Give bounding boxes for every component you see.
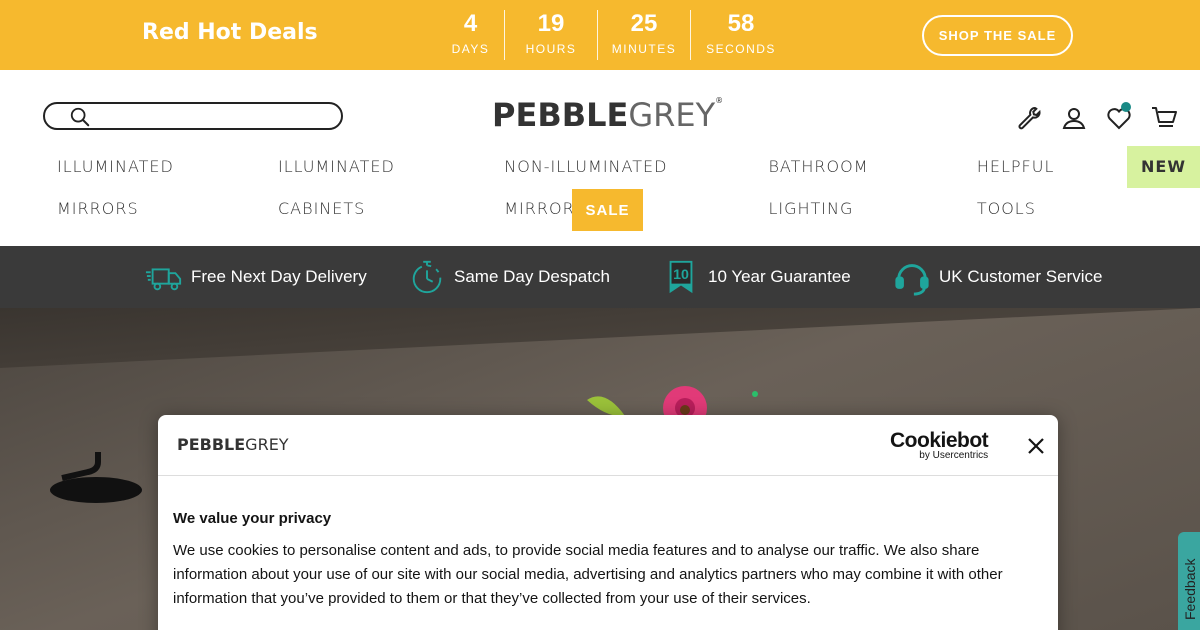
shop-the-sale-button[interactable]: SHOP THE SALE — [922, 15, 1073, 56]
cookie-logo-part1: PEBBLE — [177, 435, 246, 454]
logo-part2: GREY — [628, 96, 716, 134]
site-header: PEBBLEGREY® ILLUMINATED MIRRORS ILLUMINA… — [0, 70, 1200, 246]
countdown-seconds: 58 SECONDS — [691, 10, 791, 60]
usp-label: Free Next Day Delivery — [191, 267, 367, 286]
nav-new[interactable]: NEW — [1127, 146, 1200, 188]
usp-label: 10 Year Guarantee — [708, 267, 851, 286]
guarantee-badge-number: 10 — [673, 267, 689, 283]
cookiebot-logo[interactable]: Cookiebot by Usercentrics — [890, 429, 989, 461]
search-icon[interactable] — [69, 106, 91, 128]
promo-bar: Red Hot Deals 4 DAYS 19 HOURS 25 MINUTES… — [0, 0, 1200, 70]
nav-illuminated-mirrors[interactable]: ILLUMINATED MIRRORS — [42, 146, 263, 218]
header-actions — [1015, 102, 1178, 132]
nav-bathroom-lighting[interactable]: BATHROOM LIGHTING — [753, 146, 961, 218]
cookie-dialog-logo: PEBBLEGREY — [177, 435, 289, 454]
cookie-dialog-title: We value your privacy — [173, 510, 332, 527]
main-nav: ILLUMINATED MIRRORS ILLUMINATED CABINETS… — [42, 146, 1200, 218]
countdown-label: DAYS — [451, 42, 490, 56]
shower-head-image — [50, 452, 142, 503]
cookie-logo-part2: GREY — [245, 435, 289, 454]
stopwatch-icon — [412, 260, 442, 294]
usp-despatch: Same Day Despatch — [408, 258, 610, 296]
cookie-dialog-text: We use cookies to personalise content an… — [173, 542, 1003, 607]
delivery-truck-icon — [145, 268, 182, 291]
site-logo[interactable]: PEBBLEGREY® — [492, 96, 723, 134]
countdown-label: HOURS — [525, 42, 577, 56]
close-icon[interactable] — [1024, 434, 1048, 458]
nav-sale[interactable]: SALE — [572, 189, 643, 231]
usp-bar: Free Next Day Delivery Same Day Despatch… — [0, 246, 1200, 308]
feedback-tab[interactable]: Feedback — [1178, 532, 1200, 630]
cookie-consent-dialog: PEBBLEGREY Cookiebot by Usercentrics We … — [158, 415, 1058, 630]
nav-helpful-tools[interactable]: HELPFUL TOOLS — [962, 146, 1125, 218]
usp-label: Same Day Despatch — [454, 267, 610, 286]
countdown-value: 19 — [537, 10, 565, 37]
countdown-value: 4 — [463, 10, 478, 37]
hero-ceiling — [0, 308, 1200, 368]
countdown-value: 58 — [727, 10, 755, 37]
account-icon[interactable] — [1060, 104, 1088, 132]
guarantee-badge-icon: 10 — [669, 260, 693, 294]
cart-icon[interactable] — [1150, 104, 1178, 132]
countdown-timer: 4 DAYS 19 HOURS 25 MINUTES 58 SECONDS — [437, 10, 791, 60]
countdown-label: MINUTES — [611, 42, 677, 56]
usp-customer-service: UK Customer Service — [893, 258, 1102, 296]
countdown-minutes: 25 MINUTES — [598, 10, 691, 60]
feedback-label: Feedback — [1182, 558, 1198, 620]
countdown-hours: 19 HOURS — [505, 10, 598, 60]
cookie-dialog-header: PEBBLEGREY Cookiebot by Usercentrics — [158, 415, 1058, 476]
wrench-icon[interactable] — [1015, 104, 1043, 132]
headset-icon — [895, 264, 929, 296]
nav-non-illuminated-mirrors[interactable]: NON-ILLUMINATED MIRRORS — [489, 146, 753, 218]
countdown-label: SECONDS — [706, 42, 776, 56]
nav-illuminated-cabinets[interactable]: ILLUMINATED CABINETS — [263, 146, 489, 218]
logo-mark: ® — [715, 96, 724, 105]
search-input[interactable] — [43, 102, 343, 130]
promo-title: Red Hot Deals — [142, 20, 318, 45]
countdown-days: 4 DAYS — [437, 10, 505, 60]
wishlist-badge — [1121, 102, 1131, 112]
wishlist-heart-icon[interactable] — [1105, 102, 1133, 132]
logo-part1: PEBBLE — [492, 96, 629, 134]
usp-delivery: Free Next Day Delivery — [145, 258, 367, 296]
countdown-value: 25 — [630, 10, 658, 37]
usp-label: UK Customer Service — [939, 267, 1103, 286]
usp-guarantee: 10 10 Year Guarantee — [662, 258, 851, 296]
